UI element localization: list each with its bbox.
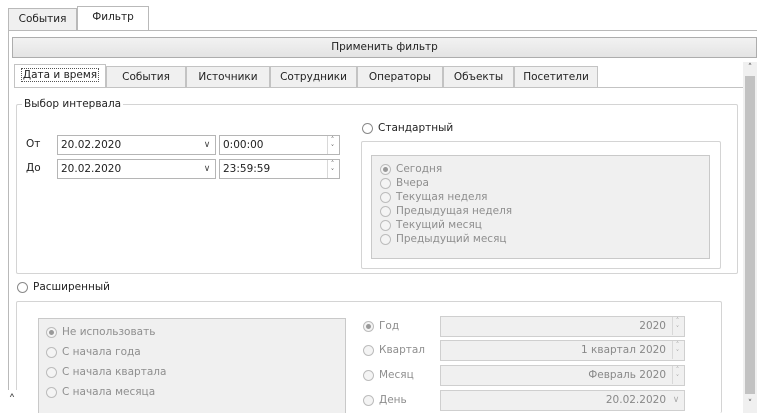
extended-option-month-start-radio[interactable]	[46, 387, 57, 398]
scrollbar-thumb[interactable]	[745, 76, 755, 394]
standard-option-current-month-radio[interactable]	[380, 220, 391, 231]
standard-option-current-month: Текущий месяц	[396, 219, 482, 231]
chevron-down-icon[interactable]: ∨	[200, 137, 214, 153]
standard-option-current-week-radio[interactable]	[380, 192, 391, 203]
standard-option-previous-week: Предыдущая неделя	[396, 205, 513, 217]
tab-events-filter[interactable]: События	[106, 66, 186, 87]
to-date-field[interactable]: 20.02.2020 ∨	[57, 159, 216, 179]
apply-filter-button[interactable]: Применить фильтр	[12, 37, 757, 58]
extended-option-month-start: С начала месяца	[62, 386, 156, 398]
tab-sources[interactable]: Источники	[186, 66, 270, 87]
tab-objects[interactable]: Объекты	[443, 66, 514, 87]
spin-up-down-icon[interactable]: ˄ ˅	[672, 341, 682, 359]
chevron-down-icon[interactable]: ∨	[200, 161, 214, 177]
spin-up-down-icon[interactable]: ˄ ˅	[672, 317, 682, 335]
period-month-label: Месяц	[379, 369, 414, 381]
chevron-up-icon[interactable]: ˄	[0, 390, 24, 413]
tab-events[interactable]: События	[8, 8, 77, 30]
spin-up-down-icon[interactable]: ˄ ˅	[327, 160, 337, 178]
to-label: До	[26, 162, 41, 174]
standard-radio[interactable]	[362, 123, 373, 134]
extended-radio[interactable]	[17, 282, 28, 293]
chevron-down-icon[interactable]: ∨	[669, 392, 683, 408]
extended-option-year-start-radio[interactable]	[46, 347, 57, 358]
standard-option-today-radio[interactable]	[380, 164, 391, 175]
extended-label: Расширенный	[33, 281, 110, 293]
tab-employees[interactable]: Сотрудники	[270, 66, 357, 87]
quarter-field[interactable]: 1 квартал 2020 ˄ ˅	[440, 340, 685, 361]
period-quarter-radio[interactable]	[363, 345, 374, 356]
from-label: От	[26, 138, 41, 150]
standard-option-current-week: Текущая неделя	[396, 191, 488, 203]
standard-option-previous-week-radio[interactable]	[380, 206, 391, 217]
to-time-field[interactable]: 23:59:59 ˄ ˅	[219, 159, 340, 179]
from-date-field[interactable]: 20.02.2020 ∨	[57, 135, 216, 155]
spin-up-down-icon[interactable]: ˄ ˅	[672, 366, 682, 384]
extended-option-not-used: Не использовать	[62, 326, 156, 338]
scroll-up-arrow-icon[interactable]: ˄	[743, 62, 757, 74]
tab-visitors[interactable]: Посетители	[514, 66, 598, 87]
spin-up-down-icon[interactable]: ˄ ˅	[327, 136, 337, 154]
period-day-label: День	[379, 394, 407, 406]
standard-option-yesterday: Вчера	[396, 177, 429, 189]
month-field[interactable]: Февраль 2020 ˄ ˅	[440, 365, 685, 386]
extended-option-quarter-start-radio[interactable]	[46, 367, 57, 378]
period-month-radio[interactable]	[363, 370, 374, 381]
tab-operators[interactable]: Операторы	[357, 66, 443, 87]
interval-legend: Выбор интервала	[22, 97, 124, 111]
year-field[interactable]: 2020 ˄ ˅	[440, 316, 685, 337]
standard-option-previous-month-radio[interactable]	[380, 234, 391, 245]
extended-option-quarter-start: С начала квартала	[62, 366, 167, 378]
from-time-field[interactable]: 0:00:00 ˄ ˅	[219, 135, 340, 155]
period-year-radio[interactable]	[363, 321, 374, 332]
day-field[interactable]: 20.02.2020 ∨	[440, 390, 685, 411]
tab-date-time[interactable]: Дата и время	[14, 64, 106, 88]
period-quarter-label: Квартал	[379, 344, 426, 356]
tab-filter[interactable]: Фильтр	[77, 6, 149, 31]
standard-option-today: Сегодня	[396, 163, 443, 175]
period-year-label: Год	[379, 320, 400, 332]
scroll-down-arrow-icon[interactable]: ˅	[743, 398, 757, 410]
extended-option-year-start: С начала года	[62, 346, 141, 358]
period-day-radio[interactable]	[363, 395, 374, 406]
inner-tab-line	[14, 87, 743, 88]
standard-option-previous-month: Предыдущий месяц	[396, 233, 507, 245]
standard-option-yesterday-radio[interactable]	[380, 178, 391, 189]
standard-label: Стандартный	[378, 122, 454, 134]
extended-option-not-used-radio[interactable]	[46, 327, 57, 338]
